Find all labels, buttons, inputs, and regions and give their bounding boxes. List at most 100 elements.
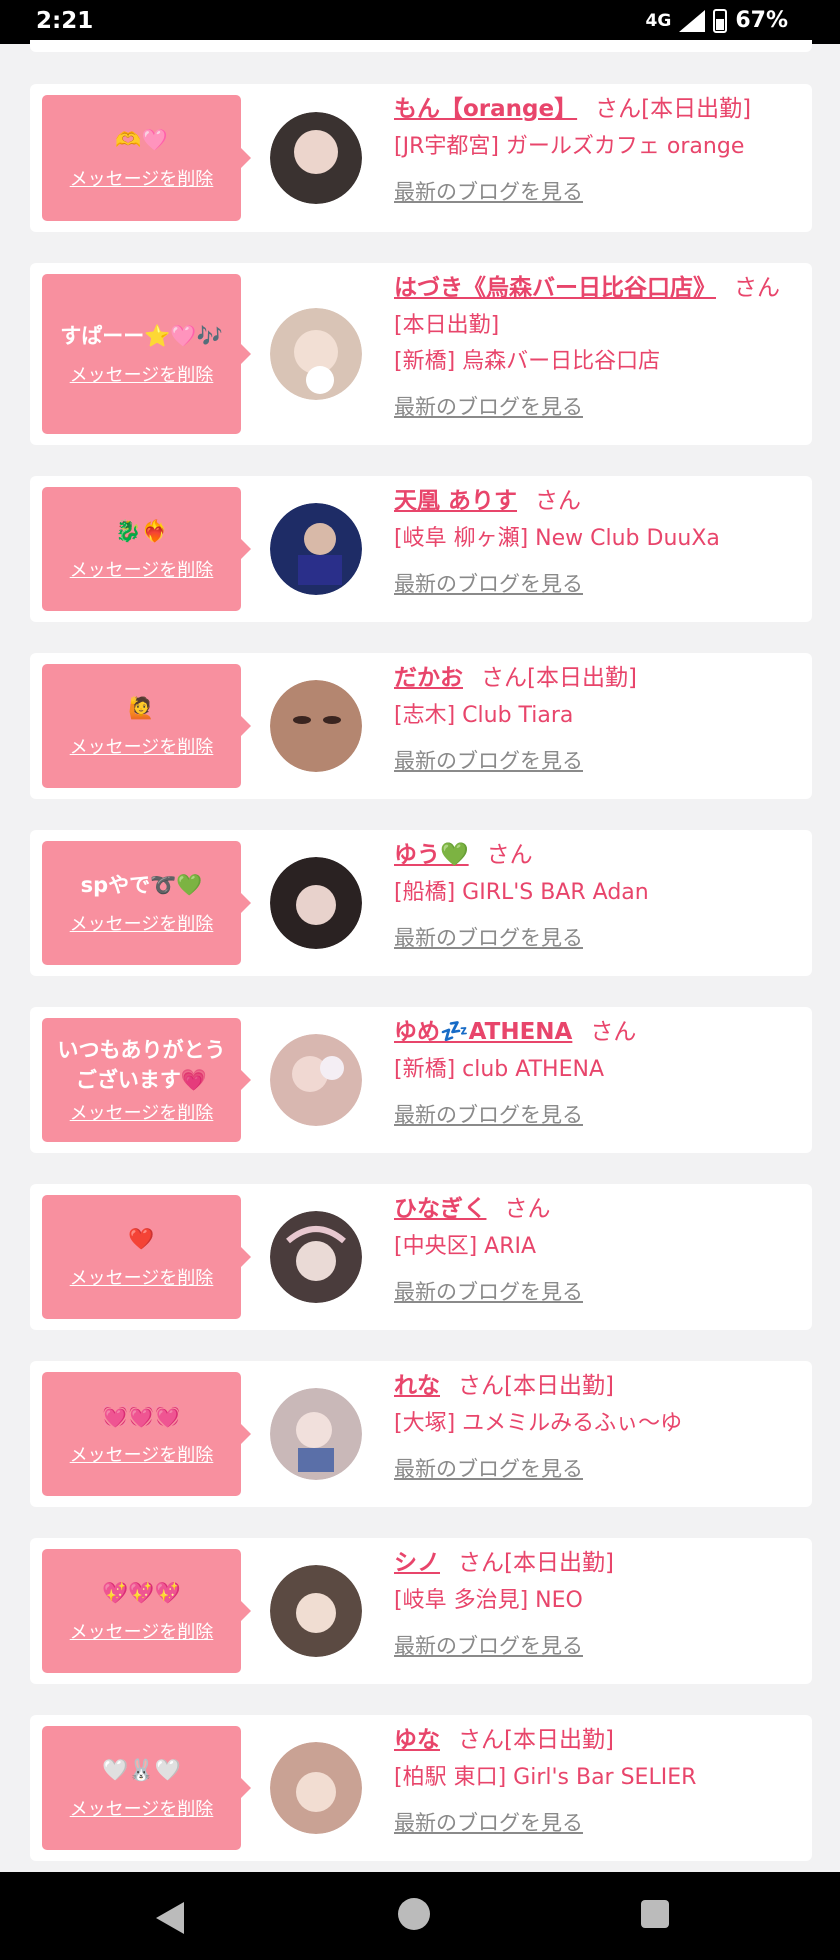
avatar[interactable] bbox=[270, 857, 362, 949]
list-item: 🙋 メッセージを削除 だかお さん[本日出勤] [志木] Club Tiara 最… bbox=[30, 653, 812, 799]
latest-blog-link[interactable]: 最新のブログを見る bbox=[394, 1630, 583, 1662]
cast-info: ゆう💚 さん [船橋] GIRL'S BAR Adan 最新のブログを見る bbox=[394, 838, 802, 954]
cast-name-link[interactable]: れな bbox=[394, 1373, 440, 1399]
name-line: はづき《烏森バー日比谷口店》 さん bbox=[394, 271, 802, 305]
latest-blog-link[interactable]: 最新のブログを見る bbox=[394, 568, 583, 600]
cast-name-link[interactable]: だかお bbox=[394, 665, 463, 691]
cast-name-link[interactable]: ゆう💚 bbox=[394, 842, 469, 868]
avatar[interactable] bbox=[270, 308, 362, 400]
cast-info: 天凰 ありす さん [岐阜 柳ヶ瀬] New Club DuuXa 最新のブログを… bbox=[394, 484, 802, 600]
delete-message-link[interactable]: メッセージを削除 bbox=[70, 1795, 214, 1821]
battery-level: 67% bbox=[735, 8, 788, 33]
message-text: 💓💓💓 bbox=[102, 1404, 181, 1428]
name-suffix: さん bbox=[504, 1196, 551, 1222]
avatar-image bbox=[270, 1211, 362, 1303]
message-bubble: 🐉❤️‍🔥 メッセージを削除 bbox=[42, 487, 251, 611]
status-icons: 4G 67% bbox=[646, 8, 788, 33]
latest-blog-link[interactable]: 最新のブログを見る bbox=[394, 1099, 583, 1131]
delete-message-link[interactable]: メッセージを削除 bbox=[70, 733, 214, 759]
avatar[interactable] bbox=[270, 680, 362, 772]
delete-message-link[interactable]: メッセージを削除 bbox=[70, 910, 214, 936]
avatar[interactable] bbox=[270, 1034, 362, 1126]
name-suffix: さん[本日出勤] bbox=[595, 96, 752, 122]
avatar[interactable] bbox=[270, 1388, 362, 1480]
name-line: ゆめ💤ATHENA さん bbox=[394, 1015, 802, 1049]
latest-blog-link[interactable]: 最新のブログを見る bbox=[394, 922, 583, 954]
delete-message-link[interactable]: メッセージを削除 bbox=[70, 1099, 214, 1125]
latest-blog-link[interactable]: 最新のブログを見る bbox=[394, 176, 583, 208]
avatar[interactable] bbox=[270, 1211, 362, 1303]
message-list: 🫶🩷 メッセージを削除 もん【orange】 さん[本日出勤] [JR宇都宮] ガ… bbox=[30, 84, 812, 1892]
avatar-image bbox=[270, 1742, 362, 1834]
list-item: いつもありがとうございます💗 メッセージを削除 ゆめ💤ATHENA さん [新橋]… bbox=[30, 1007, 812, 1153]
name-line: ひなぎく さん bbox=[394, 1192, 802, 1226]
shop-info: [柏駅 東口] Girl's Bar SELIER bbox=[394, 1765, 697, 1790]
cast-name-link[interactable]: シノ bbox=[394, 1550, 440, 1576]
list-item: 💓💓💓 メッセージを削除 れな さん[本日出勤] [大塚] ユメミルみるふぃ〜ゆ … bbox=[30, 1361, 812, 1507]
avatar[interactable] bbox=[270, 1565, 362, 1657]
status-bar: 2:21 4G 67% bbox=[0, 0, 840, 44]
battery-icon bbox=[713, 8, 728, 33]
recent-apps-icon[interactable] bbox=[641, 1900, 669, 1928]
list-item: すぱーー⭐️🩷🎶 メッセージを削除 はづき《烏森バー日比谷口店》 さん [本日出勤… bbox=[30, 263, 812, 445]
message-bubble: 🤍🐰🤍 メッセージを削除 bbox=[42, 1726, 251, 1850]
cast-name-link[interactable]: ひなぎく bbox=[394, 1196, 486, 1222]
message-bubble: すぱーー⭐️🩷🎶 メッセージを削除 bbox=[42, 274, 251, 434]
cast-name-link[interactable]: 天凰 ありす bbox=[394, 488, 517, 514]
list-item: 🐉❤️‍🔥 メッセージを削除 天凰 ありす さん [岐阜 柳ヶ瀬] New Clu… bbox=[30, 476, 812, 622]
delete-message-link[interactable]: メッセージを削除 bbox=[70, 1618, 214, 1644]
message-bubble: 💓💓💓 メッセージを削除 bbox=[42, 1372, 251, 1496]
shop-info: [大塚] ユメミルみるふぃ〜ゆ bbox=[394, 1411, 683, 1436]
cast-name-link[interactable]: ゆな bbox=[394, 1727, 440, 1753]
name-line: シノ さん[本日出勤] bbox=[394, 1546, 802, 1580]
name-line: ゆう💚 さん bbox=[394, 838, 802, 872]
cast-info: もん【orange】 さん[本日出勤] [JR宇都宮] ガールズカフェ orang… bbox=[394, 92, 802, 208]
delete-message-link[interactable]: メッセージを削除 bbox=[70, 1441, 214, 1467]
cast-name-link[interactable]: ゆめ💤ATHENA bbox=[394, 1019, 572, 1045]
cast-info: はづき《烏森バー日比谷口店》 さん [本日出勤] [新橋] 烏森バー日比谷口店 最… bbox=[394, 271, 802, 423]
shop-info: [中央区] ARIA bbox=[394, 1234, 537, 1259]
avatar[interactable] bbox=[270, 503, 362, 595]
shop-date: [本日出勤] bbox=[394, 313, 500, 338]
delete-message-link[interactable]: メッセージを削除 bbox=[70, 556, 214, 582]
avatar-image bbox=[270, 112, 362, 204]
avatar-image bbox=[270, 1388, 362, 1480]
signal-icon bbox=[679, 9, 706, 32]
message-bubble: ❤️ メッセージを削除 bbox=[42, 1195, 251, 1319]
avatar-image bbox=[270, 1565, 362, 1657]
latest-blog-link[interactable]: 最新のブログを見る bbox=[394, 1276, 583, 1308]
home-icon[interactable] bbox=[398, 1898, 430, 1930]
message-text: いつもありがとうございます💗 bbox=[57, 1038, 226, 1092]
back-icon[interactable] bbox=[156, 1902, 184, 1934]
previous-card-edge bbox=[30, 40, 812, 52]
avatar-image bbox=[270, 680, 362, 772]
avatar[interactable] bbox=[270, 112, 362, 204]
delete-message-link[interactable]: メッセージを削除 bbox=[70, 1264, 214, 1290]
cast-name-link[interactable]: もん【orange】 bbox=[394, 96, 577, 122]
message-text: spやで➰💚 bbox=[80, 873, 203, 897]
latest-blog-link[interactable]: 最新のブログを見る bbox=[394, 745, 583, 777]
name-suffix: さん bbox=[535, 488, 582, 514]
avatar[interactable] bbox=[270, 1742, 362, 1834]
name-suffix: さん[本日出勤] bbox=[458, 1727, 614, 1753]
cast-info: れな さん[本日出勤] [大塚] ユメミルみるふぃ〜ゆ 最新のブログを見る bbox=[394, 1369, 802, 1485]
delete-message-link[interactable]: メッセージを削除 bbox=[70, 165, 214, 191]
latest-blog-link[interactable]: 最新のブログを見る bbox=[394, 391, 583, 423]
name-suffix: さん[本日出勤] bbox=[458, 1373, 614, 1399]
status-time: 2:21 bbox=[36, 8, 94, 34]
cast-info: シノ さん[本日出勤] [岐阜 多治見] NEO 最新のブログを見る bbox=[394, 1546, 802, 1662]
list-item: 🤍🐰🤍 メッセージを削除 ゆな さん[本日出勤] [柏駅 東口] Girl's B… bbox=[30, 1715, 812, 1861]
message-bubble: 🙋 メッセージを削除 bbox=[42, 664, 251, 788]
delete-message-link[interactable]: メッセージを削除 bbox=[70, 361, 214, 387]
name-suffix: さん bbox=[734, 275, 780, 301]
avatar-image bbox=[270, 308, 362, 400]
latest-blog-link[interactable]: 最新のブログを見る bbox=[394, 1453, 583, 1485]
cast-name-link[interactable]: はづき《烏森バー日比谷口店》 bbox=[394, 275, 716, 301]
network-type: 4G bbox=[645, 10, 672, 31]
list-item: 🫶🩷 メッセージを削除 もん【orange】 さん[本日出勤] [JR宇都宮] ガ… bbox=[30, 84, 812, 232]
name-line: れな さん[本日出勤] bbox=[394, 1369, 802, 1403]
latest-blog-link[interactable]: 最新のブログを見る bbox=[394, 1807, 583, 1839]
message-text: 🫶🩷 bbox=[115, 128, 168, 152]
message-text: 🙋 bbox=[128, 696, 155, 720]
shop-info: [新橋] club ATHENA bbox=[394, 1057, 604, 1082]
